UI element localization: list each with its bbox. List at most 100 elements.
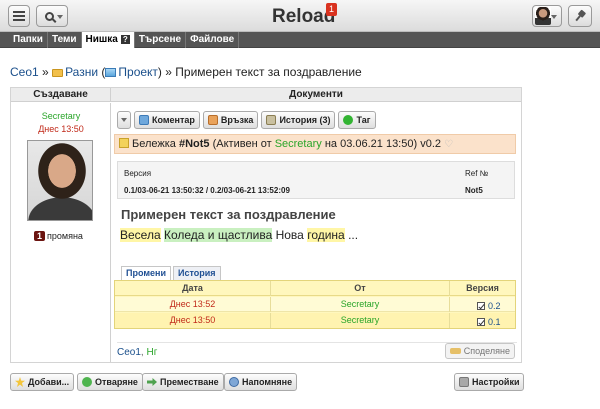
row-from[interactable]: Secretary (270, 313, 450, 328)
link-icon (207, 115, 218, 125)
tab-thread[interactable]: Нишка? (81, 32, 135, 48)
add-button[interactable]: Добави... (10, 373, 75, 391)
document-panel: Създаване Документи Secretary Днес 13:50… (10, 87, 522, 363)
document-toolbar: Коментар Връзка История (3) Таг (117, 111, 376, 129)
tab-topics[interactable]: Теми (48, 32, 82, 48)
breadcrumb-paren-close: ) (157, 65, 162, 79)
document-column: Коментар Връзка История (3) Таг Бележка … (112, 103, 521, 362)
heart-icon[interactable]: ♡ (444, 139, 453, 150)
tag-link[interactable]: Нг (146, 347, 157, 358)
tab-changes[interactable]: Промени (121, 266, 171, 280)
column-header-date: Дата (182, 283, 203, 293)
tag-link[interactable]: Ceo1 (117, 347, 141, 358)
ref-value: Not5 (465, 186, 483, 195)
settings-button[interactable]: Настройки (454, 373, 525, 391)
note-version: v0.2 (420, 138, 442, 150)
document-footer: Ceo1, Нг Споделяне (117, 342, 517, 360)
clock-icon (229, 377, 239, 387)
settings-label: Настройки (472, 377, 520, 387)
tag-button[interactable]: Таг (338, 111, 376, 129)
history-label: История (3) (279, 115, 331, 125)
pin-button[interactable] (568, 5, 592, 27)
column-header-version: Версия (124, 169, 152, 178)
column-header-version: Версия (466, 283, 499, 293)
tab-search[interactable]: Търсене (135, 32, 187, 48)
document-body: Весела Коледа и щастлива Нова година ... (120, 228, 358, 242)
add-label: Добави... (28, 377, 70, 387)
note-status-bar: Бележка #Not5 (Активен от Secretary на 0… (114, 134, 516, 154)
checkbox[interactable] (477, 302, 485, 310)
table-row[interactable]: Днес 13:52 Secretary 0.2 (115, 297, 515, 312)
note-icon (119, 138, 129, 148)
row-from[interactable]: Secretary (270, 297, 450, 312)
menu-button[interactable] (8, 5, 30, 27)
user-menu-button[interactable] (532, 5, 562, 27)
version-value: 0.1/03-06-21 13:50:32 / 0.2/03-06-21 13:… (124, 186, 290, 195)
tab-folders[interactable]: Папки (9, 32, 48, 48)
move-label: Преместване (160, 377, 219, 387)
highlighted-word: година (307, 228, 345, 242)
avatar (535, 7, 551, 25)
documents-header: Документи (289, 89, 343, 100)
detail-tabs: Промени История (121, 266, 221, 280)
document-title: Примерен текст за поздравление (121, 207, 336, 222)
settings-icon (459, 377, 469, 387)
breadcrumb-separator: » (42, 65, 49, 79)
main-tabs: Папки Теми Нишка? Търсене Файлове (0, 32, 600, 48)
open-button[interactable]: Отваряне (77, 373, 143, 391)
body-ellipsis: ... (348, 228, 359, 242)
note-prefix: Бележка (132, 138, 176, 150)
history-button[interactable]: История (3) (261, 111, 336, 129)
author-column: Secretary Днес 13:50 1 промяна (11, 103, 111, 362)
author-date: Днес 13:50 (38, 124, 84, 134)
breadcrumb-separator: » (165, 65, 172, 79)
version-link[interactable]: 0.2 (488, 301, 501, 311)
chevron-down-icon (57, 15, 63, 19)
arrow-right-icon (147, 378, 157, 386)
row-date: Днес 13:50 (169, 315, 216, 325)
search-button[interactable] (36, 5, 68, 27)
move-button[interactable]: Преместване (142, 373, 224, 391)
link-button[interactable]: Връзка (202, 111, 259, 129)
highlighted-phrase: Коледа и щастлива (163, 228, 273, 242)
tag-icon (343, 115, 354, 125)
comment-button[interactable]: Коментар (134, 111, 200, 129)
checkbox[interactable] (477, 318, 485, 326)
pin-icon (572, 8, 587, 24)
share-label: Споделяне (463, 346, 510, 356)
help-icon[interactable]: ? (120, 34, 130, 44)
author-photo[interactable] (27, 140, 93, 221)
note-active-from: (Активен от (212, 138, 272, 150)
version-table: Версия Ref № 0.1/03-06-21 13:50:32 / 0.2… (117, 161, 515, 199)
version-link[interactable]: 0.1 (488, 317, 501, 327)
changes-count[interactable]: 1 промяна (34, 231, 83, 241)
top-bar: Reload 1 (0, 0, 600, 32)
breadcrumb-project[interactable]: Проект (118, 65, 158, 79)
more-dropdown-button[interactable] (117, 111, 131, 129)
bottom-toolbar: Добави... Отваряне Преместване Напомняне… (10, 373, 525, 391)
created-header: Създаване (11, 88, 111, 102)
breadcrumb-folder[interactable]: Разни (65, 65, 98, 79)
tab-files[interactable]: Файлове (186, 32, 240, 48)
remind-button[interactable]: Напомняне (224, 373, 298, 391)
open-label: Отваряне (95, 377, 138, 387)
author-role[interactable]: Secretary (11, 111, 111, 121)
tag-list: Ceo1, Нг (117, 347, 157, 358)
breadcrumb-root[interactable]: Ceo1 (10, 65, 39, 79)
tab-history[interactable]: История (172, 266, 221, 280)
share-button[interactable]: Споделяне (444, 343, 515, 359)
open-icon (82, 377, 92, 387)
changes-badge: 1 (34, 231, 46, 241)
comment-icon (139, 115, 149, 125)
note-date: на 03.06.21 13:50) (324, 138, 418, 150)
changes-table: Дата От Версия Днес 13:52 Secretary 0.2 … (114, 280, 516, 329)
notification-badge[interactable]: 1 (326, 3, 337, 16)
folder-icon (52, 69, 64, 77)
note-user[interactable]: Secretary (275, 138, 322, 150)
search-icon (44, 11, 54, 21)
tab-thread-label: Нишка (85, 34, 118, 45)
comment-label: Коментар (152, 115, 195, 125)
note-id: #Not5 (178, 138, 210, 150)
table-row[interactable]: Днес 13:50 Secretary 0.1 (115, 313, 515, 328)
tag-separator: , (140, 347, 144, 358)
